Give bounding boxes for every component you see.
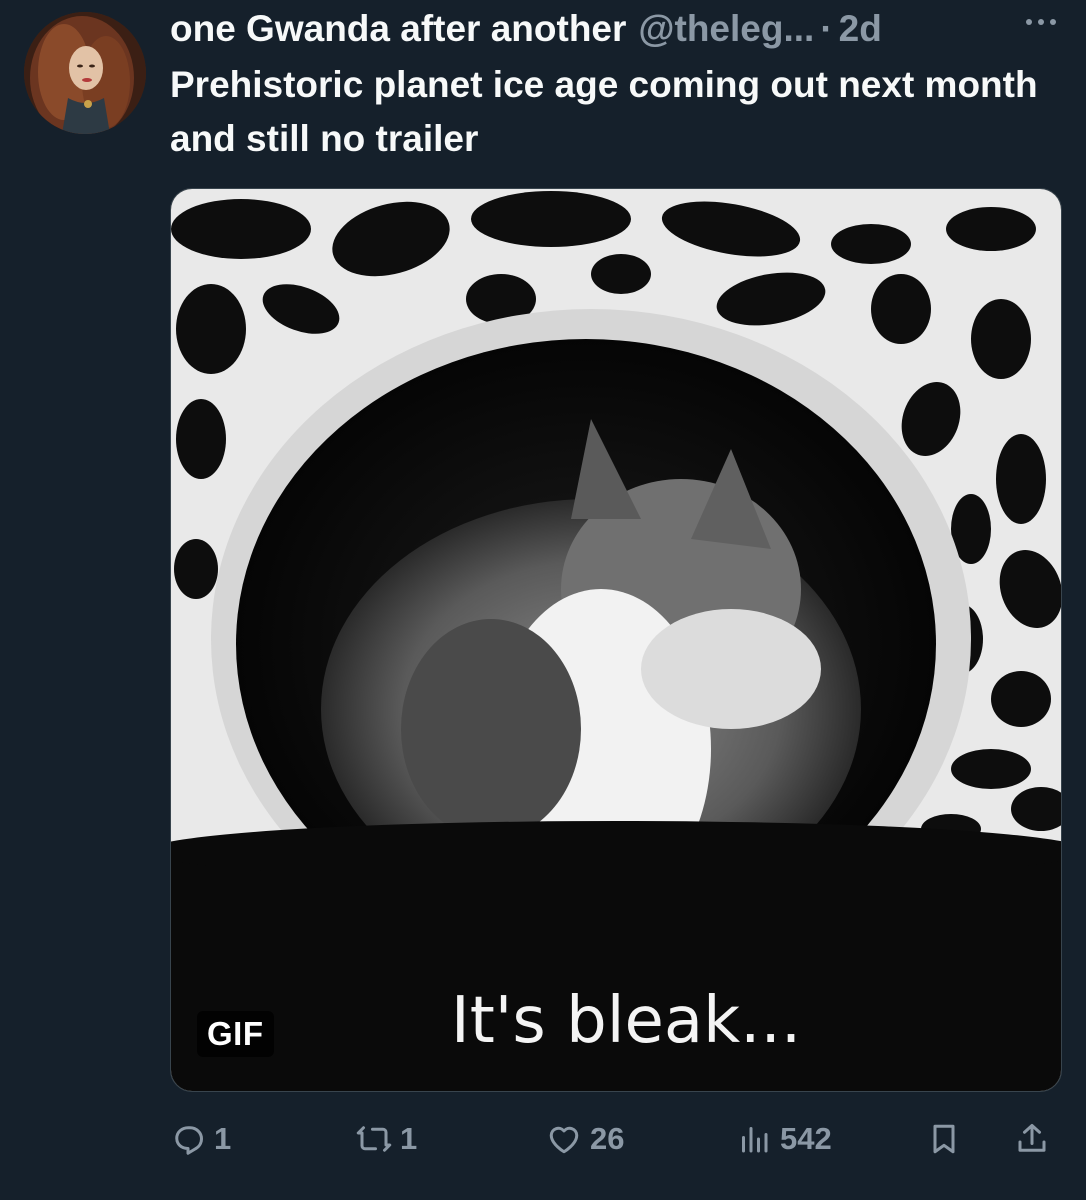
display-name[interactable]: one Gwanda after another [170, 8, 626, 50]
views-button[interactable]: 542 [736, 1114, 832, 1164]
repost-count: 1 [400, 1121, 418, 1156]
reply-count: 1 [214, 1121, 232, 1156]
like-button[interactable]: 26 [546, 1114, 624, 1164]
user-handle[interactable]: @theleg... [638, 8, 814, 50]
separator: · [820, 8, 833, 49]
repost-icon [356, 1126, 392, 1152]
view-count: 542 [780, 1121, 832, 1156]
bookmark-button[interactable] [926, 1114, 970, 1164]
action-bar: 1 1 26 542 [170, 1114, 1062, 1164]
repost-button[interactable]: 1 [356, 1114, 417, 1164]
like-count: 26 [590, 1121, 625, 1156]
gif-media[interactable]: GIF It's bleak... [170, 188, 1062, 1092]
reply-button[interactable]: 1 [170, 1114, 231, 1164]
gif-caption: It's bleak... [450, 984, 802, 1058]
share-icon [1018, 1124, 1046, 1152]
timestamp[interactable]: 2d [839, 8, 882, 50]
bookmark-icon [933, 1124, 955, 1154]
avatar-image [24, 12, 146, 134]
heart-icon [549, 1126, 579, 1154]
reply-icon [175, 1126, 203, 1155]
views-chart-icon [742, 1127, 768, 1153]
tweet-header: one Gwanda after another @theleg... · 2d [170, 6, 1070, 52]
tweet-text: Prehistoric planet ice age coming out ne… [170, 64, 1038, 159]
gif-frame-image [171, 189, 1061, 1091]
avatar[interactable] [24, 12, 146, 134]
share-button[interactable] [1014, 1114, 1058, 1164]
tweet: one Gwanda after another @theleg... · 2d… [0, 0, 1086, 1200]
more-dots-icon[interactable] [1026, 14, 1056, 30]
